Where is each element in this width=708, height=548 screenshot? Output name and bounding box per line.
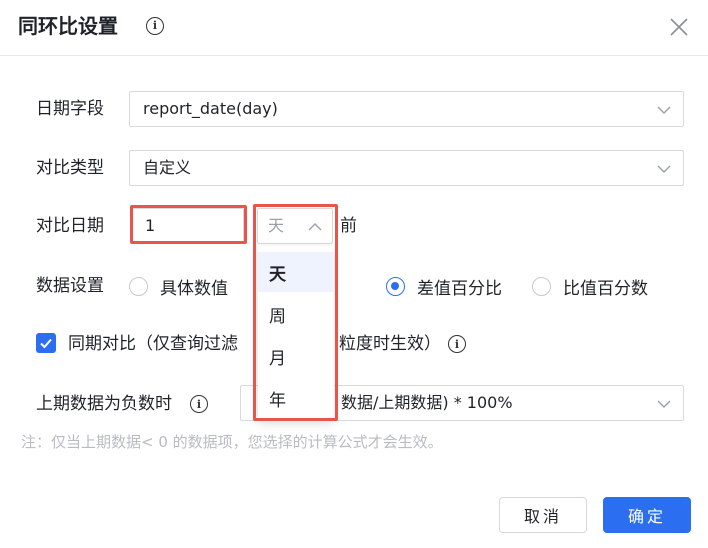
compare-date-label: 对比日期 <box>36 216 104 236</box>
compare-date-suffix: 前 <box>340 216 357 236</box>
date-field-value: report_date(day) <box>143 99 278 118</box>
highlight-box-unit <box>253 204 338 421</box>
highlight-box-number <box>130 205 247 244</box>
date-field-label: 日期字段 <box>36 99 104 119</box>
compare-type-value: 自定义 <box>143 158 192 177</box>
negative-prev-label: 上期数据为负数时 <box>36 394 172 414</box>
chevron-down-icon <box>657 165 671 173</box>
chevron-down-icon <box>657 106 671 114</box>
same-period-label-left: 同期对比（仅查询过滤 <box>68 334 238 354</box>
note-text: 注：仅当上期数据< 0 的数据项，您选择的计算公式才会生效。 <box>21 433 443 451</box>
compare-type-select[interactable]: 自定义 <box>129 150 684 186</box>
dialog-title-text: 同环比设置 <box>18 14 118 38</box>
radio-ratio-percent[interactable]: 比值百分数 <box>532 274 648 299</box>
dialog-header: 同环比设置 i <box>0 0 708 56</box>
cancel-button[interactable]: 取消 <box>499 497 587 533</box>
radio-ratio-percent-label: 比值百分数 <box>563 278 648 299</box>
radio-specific-value-label: 具体数值 <box>160 278 228 299</box>
negative-prev-value: 数据/上期数据) * 100% <box>341 393 513 412</box>
same-period-checkbox[interactable] <box>36 333 56 353</box>
info-icon[interactable]: i <box>190 395 208 413</box>
confirm-button[interactable]: 确定 <box>603 497 691 533</box>
radio-difference-percent-label: 差值百分比 <box>417 278 502 299</box>
compare-settings-dialog: 同环比设置 i 日期字段 report_date(day) 对比类型 自定义 对… <box>0 0 708 548</box>
radio-circle <box>129 276 148 296</box>
data-setting-label: 数据设置 <box>36 276 104 296</box>
info-icon[interactable]: i <box>448 335 466 353</box>
chevron-down-icon <box>657 400 671 408</box>
checkmark-icon <box>40 338 52 349</box>
radio-difference-percent[interactable]: 差值百分比 <box>386 274 502 299</box>
radio-specific-value[interactable]: 具体数值 <box>129 274 228 299</box>
date-field-select[interactable]: report_date(day) <box>129 91 684 127</box>
radio-circle-checked <box>386 276 405 296</box>
dialog-title: 同环比设置 i <box>18 12 164 40</box>
radio-circle <box>532 276 551 296</box>
compare-type-label: 对比类型 <box>36 158 104 178</box>
close-icon[interactable] <box>668 16 690 38</box>
same-period-label-right: 粒度时生效） <box>339 334 441 354</box>
info-icon[interactable]: i <box>146 17 164 35</box>
